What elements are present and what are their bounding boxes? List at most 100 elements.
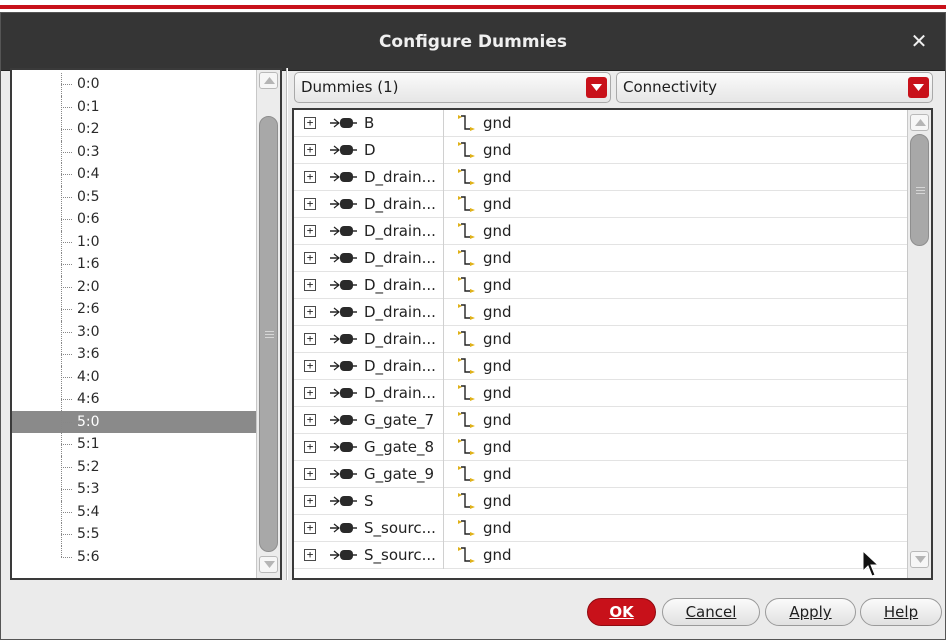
tree-item[interactable]: 5:2 — [12, 455, 256, 479]
expand-icon[interactable]: + — [304, 387, 316, 399]
scroll-up-arrow[interactable] — [259, 72, 278, 89]
table-row[interactable]: + D_drain... gnd — [294, 353, 908, 380]
scroll-thumb[interactable] — [910, 134, 929, 246]
pane-splitter[interactable] — [286, 68, 288, 580]
view-mode-select[interactable]: Connectivity — [616, 72, 933, 103]
expand-icon[interactable]: + — [304, 279, 316, 291]
tree-scrollbar[interactable] — [256, 70, 280, 578]
terminal-name: D_drain... — [364, 222, 436, 240]
tree-item[interactable]: 0:1 — [12, 95, 256, 119]
table-row[interactable]: + G_gate_9 gnd — [294, 461, 908, 488]
tree-item[interactable]: 3:6 — [12, 343, 256, 366]
terminal-icon — [330, 225, 358, 241]
tree-item[interactable]: 5:0 — [12, 410, 256, 433]
tree-item[interactable]: 3:0 — [12, 320, 256, 344]
chevron-down-icon[interactable] — [908, 77, 929, 98]
table-scrollbar[interactable] — [907, 110, 931, 578]
table-row[interactable]: + D_drain... gnd — [294, 191, 908, 218]
tree-item[interactable]: 0:0 — [12, 73, 256, 96]
tree-item[interactable]: 2:6 — [12, 298, 256, 321]
tree-item[interactable]: 5:4 — [12, 500, 256, 524]
net-icon — [457, 276, 477, 300]
table-row[interactable]: + D_drain... gnd — [294, 218, 908, 245]
tree-item-label: 0:2 — [77, 121, 100, 137]
table-row[interactable]: + Bgnd — [294, 110, 908, 137]
expand-icon[interactable]: + — [304, 144, 316, 156]
tree-connector — [61, 433, 75, 456]
tree-connector — [61, 388, 75, 411]
tree-item[interactable]: 0:2 — [12, 118, 256, 141]
tree-connector — [61, 320, 75, 344]
tree-item[interactable]: 1:6 — [12, 253, 256, 276]
table-row[interactable]: + D_drain... gnd — [294, 245, 908, 272]
cancel-button[interactable]: Cancel — [662, 598, 760, 626]
table-row[interactable]: + G_gate_7 gnd — [294, 407, 908, 434]
table-row[interactable]: + G_gate_8 gnd — [294, 434, 908, 461]
dummies-select[interactable]: Dummies (1) — [294, 72, 611, 103]
tree-item[interactable]: 0:5 — [12, 185, 256, 209]
table-row[interactable]: + Dgnd — [294, 137, 908, 164]
table-row[interactable]: + D_drain... gnd — [294, 299, 908, 326]
net-name: gnd — [483, 114, 512, 132]
expand-icon[interactable]: + — [304, 306, 316, 318]
tree-item[interactable]: 5:3 — [12, 478, 256, 501]
tree-item[interactable]: 1:0 — [12, 230, 256, 254]
scroll-thumb[interactable] — [259, 116, 278, 552]
column-divider — [443, 272, 444, 299]
tree-item[interactable]: 4:6 — [12, 388, 256, 411]
expand-icon[interactable]: + — [304, 117, 316, 129]
tree-item[interactable]: 5:6 — [12, 545, 256, 569]
expand-icon[interactable]: + — [304, 414, 316, 426]
net-name: gnd — [483, 168, 512, 186]
tree-connector — [61, 95, 75, 119]
tree-item[interactable]: 0:6 — [12, 208, 256, 231]
scroll-down-arrow[interactable] — [259, 556, 278, 573]
tree-connector — [61, 163, 75, 186]
expand-icon[interactable]: + — [304, 252, 316, 264]
close-icon[interactable]: ✕ — [907, 29, 931, 53]
expand-icon[interactable]: + — [304, 171, 316, 183]
expand-icon[interactable]: + — [304, 468, 316, 480]
net-icon — [457, 168, 477, 192]
cancel-button-label: Cancel — [685, 603, 737, 621]
expand-icon[interactable]: + — [304, 522, 316, 534]
help-button[interactable]: Help — [860, 598, 942, 626]
terminal-icon — [330, 117, 358, 133]
expand-icon[interactable]: + — [304, 495, 316, 507]
table-row[interactable]: + D_drain... gnd — [294, 164, 908, 191]
scroll-up-arrow[interactable] — [910, 114, 929, 131]
tree-item-label: 0:6 — [77, 211, 100, 227]
apply-button[interactable]: Apply — [765, 598, 856, 626]
tree-item-label: 0:1 — [77, 98, 100, 115]
expand-icon[interactable]: + — [304, 549, 316, 561]
expand-icon[interactable]: + — [304, 333, 316, 345]
net-icon — [457, 141, 477, 165]
tree-connector — [61, 73, 75, 96]
terminal-icon — [330, 171, 358, 187]
table-row[interactable]: + S_sourc... gnd — [294, 515, 908, 542]
column-divider — [443, 380, 444, 407]
ok-button[interactable]: OK — [587, 598, 656, 626]
scroll-down-arrow[interactable] — [910, 551, 929, 568]
expand-icon[interactable]: + — [304, 360, 316, 372]
expand-icon[interactable]: + — [304, 225, 316, 237]
table-row[interactable]: + D_drain... gnd — [294, 326, 908, 353]
tree-item[interactable]: 4:0 — [12, 365, 256, 389]
expand-icon[interactable]: + — [304, 441, 316, 453]
terminal-icon — [330, 198, 358, 214]
expand-icon[interactable]: + — [304, 198, 316, 210]
tree-item[interactable]: 5:5 — [12, 523, 256, 546]
terminal-name: D_drain... — [364, 168, 436, 186]
terminal-icon — [330, 252, 358, 268]
table-row[interactable]: + D_drain... gnd — [294, 272, 908, 299]
table-row[interactable]: + D_drain... gnd — [294, 380, 908, 407]
tree-item[interactable]: 0:3 — [12, 140, 256, 164]
tree-item[interactable]: 5:1 — [12, 433, 256, 456]
table-row[interactable]: + S_sourc... gnd — [294, 542, 908, 569]
chevron-down-icon[interactable] — [586, 77, 607, 98]
column-divider — [443, 245, 444, 272]
tree-item[interactable]: 0:4 — [12, 163, 256, 186]
tree-item[interactable]: 2:0 — [12, 275, 256, 299]
tree-item-label: 0:4 — [77, 166, 100, 182]
table-row[interactable]: + Sgnd — [294, 488, 908, 515]
